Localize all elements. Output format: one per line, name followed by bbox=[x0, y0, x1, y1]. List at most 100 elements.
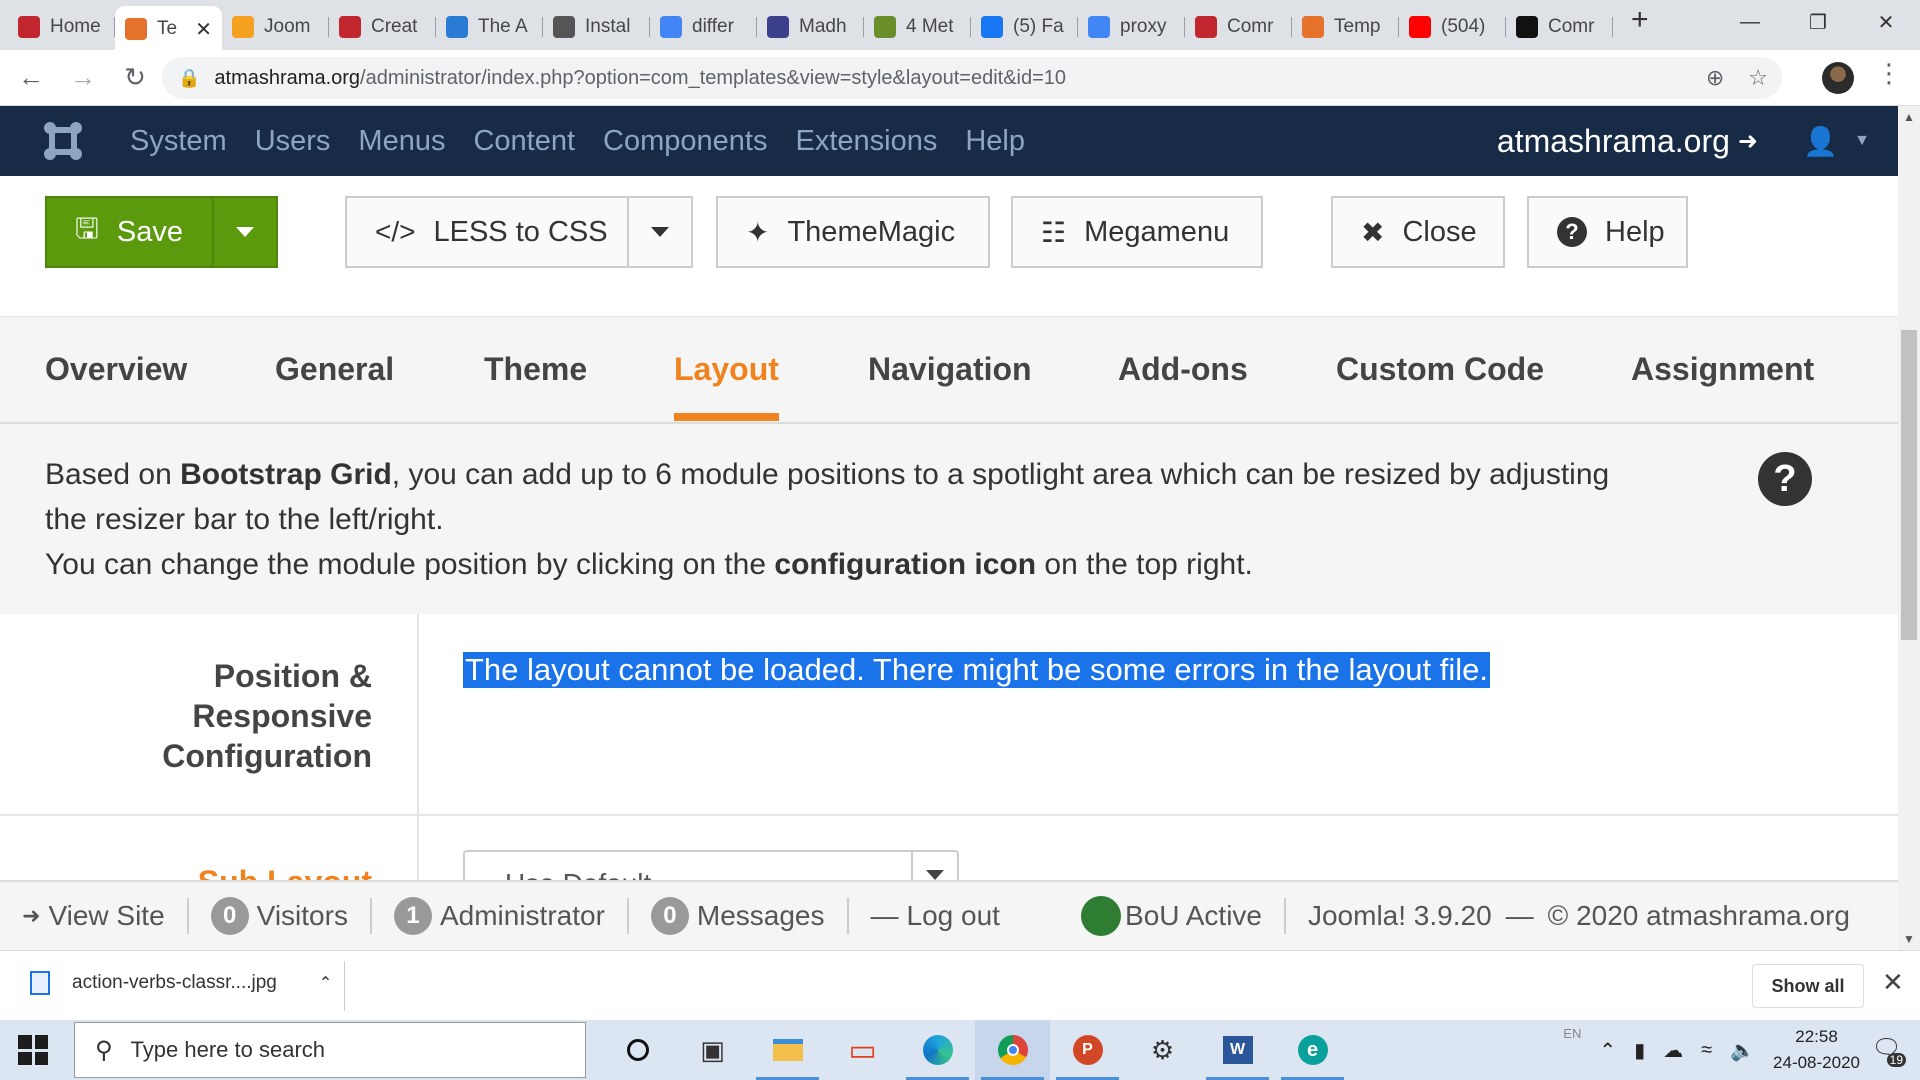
eset-icon[interactable]: e bbox=[1275, 1020, 1350, 1080]
menu-system[interactable]: System bbox=[130, 125, 227, 158]
settings-gear-icon[interactable]: ⚙ bbox=[1125, 1020, 1200, 1080]
browser-tab-label: Madh bbox=[799, 16, 847, 37]
forward-icon[interactable]: → bbox=[62, 57, 104, 99]
browser-tab[interactable]: Home bbox=[8, 8, 115, 46]
volume-icon[interactable]: 🔈 bbox=[1730, 1038, 1755, 1063]
powerpoint-icon[interactable]: P bbox=[1050, 1020, 1125, 1080]
less-to-css-button[interactable]: </> LESS to CSS bbox=[345, 196, 693, 268]
less-dropdown-toggle[interactable] bbox=[627, 198, 691, 266]
browser-tab[interactable]: Comr bbox=[1506, 8, 1613, 46]
joomla-logo-icon[interactable] bbox=[42, 120, 84, 162]
browser-tab[interactable]: Creat bbox=[329, 8, 436, 46]
browser-tab[interactable]: Te ✕ bbox=[115, 6, 222, 52]
wifi-icon[interactable]: ≈ bbox=[1701, 1039, 1712, 1062]
tab-add-ons[interactable]: Add-ons bbox=[1118, 351, 1248, 388]
taskbar-search[interactable]: ⚲ Type here to search bbox=[74, 1022, 586, 1078]
minimize-icon[interactable]: — bbox=[1716, 0, 1784, 44]
notifications-icon[interactable]: 🗨 19 bbox=[1872, 1034, 1906, 1067]
messages-status[interactable]: 0 Messages bbox=[650, 897, 825, 935]
visitors-status[interactable]: 0 Visitors bbox=[210, 897, 348, 935]
browser-tab-label: Comr bbox=[1227, 16, 1274, 37]
administrator-status[interactable]: 1 Administrator bbox=[393, 897, 605, 935]
tab-navigation[interactable]: Navigation bbox=[868, 351, 1032, 388]
browser-tab[interactable]: (504) bbox=[1399, 8, 1506, 46]
scroll-up-icon[interactable]: ▲ bbox=[1903, 110, 1915, 124]
browser-tab[interactable]: Comr bbox=[1185, 8, 1292, 46]
browser-tab[interactable]: Madh bbox=[757, 8, 864, 46]
logout-link[interactable]: — Log out bbox=[871, 900, 1000, 932]
office-icon[interactable]: ▭ bbox=[825, 1020, 900, 1080]
close-window-icon[interactable]: ✕ bbox=[1852, 0, 1920, 44]
user-menu[interactable]: 👤 ▼ bbox=[1803, 125, 1870, 158]
reload-icon[interactable]: ↻ bbox=[114, 57, 156, 99]
menu-menus[interactable]: Menus bbox=[358, 125, 445, 158]
google-icon bbox=[660, 16, 682, 38]
save-dropdown-toggle[interactable] bbox=[212, 198, 276, 266]
scroll-down-icon[interactable]: ▼ bbox=[1903, 932, 1915, 946]
menu-help[interactable]: Help bbox=[965, 125, 1025, 158]
menu-content[interactable]: Content bbox=[473, 125, 575, 158]
tab-general[interactable]: General bbox=[275, 351, 394, 388]
view-site-link[interactable]: ➜ View Site bbox=[22, 900, 165, 932]
clock[interactable]: 22:58 24-08-2020 bbox=[1773, 1024, 1860, 1076]
save-button[interactable]: 🖫 Save bbox=[45, 196, 278, 268]
edge-icon[interactable] bbox=[900, 1020, 975, 1080]
menu-extensions[interactable]: Extensions bbox=[795, 125, 937, 158]
word-icon[interactable]: W bbox=[1200, 1020, 1275, 1080]
column-divider bbox=[417, 614, 419, 880]
onedrive-cloud-icon[interactable]: ☁ bbox=[1663, 1038, 1683, 1063]
browser-tab[interactable]: Instal bbox=[543, 8, 650, 46]
task-view-icon[interactable]: ▣ bbox=[675, 1020, 750, 1080]
tab-layout[interactable]: Layout bbox=[674, 351, 779, 421]
browser-tab[interactable]: proxy bbox=[1078, 8, 1185, 46]
thememagic-button[interactable]: ✦ ThemeMagic bbox=[716, 196, 990, 268]
tab-close-icon[interactable]: ✕ bbox=[195, 17, 212, 42]
browser-tab[interactable]: Joom bbox=[222, 8, 329, 46]
browser-tab-label: Joom bbox=[264, 16, 311, 37]
lock-icon[interactable]: 🔒 bbox=[178, 68, 200, 89]
profile-avatar[interactable] bbox=[1822, 62, 1854, 94]
megamenu-button[interactable]: ☷ Megamenu bbox=[1011, 196, 1263, 268]
close-button[interactable]: ✖ Close bbox=[1331, 196, 1505, 268]
sitemap-icon: ☷ bbox=[1041, 216, 1067, 248]
address-bar[interactable]: 🔒 atmashrama.org/administrator/index.php… bbox=[162, 57, 1782, 99]
chevron-up-icon[interactable]: ⌃ bbox=[319, 973, 332, 993]
windows-start-icon[interactable] bbox=[18, 1035, 48, 1065]
menu-users[interactable]: Users bbox=[255, 125, 331, 158]
cortana-icon[interactable] bbox=[600, 1020, 675, 1080]
browser-tab[interactable]: (5) Fa bbox=[971, 8, 1078, 46]
file-explorer-icon[interactable] bbox=[750, 1020, 825, 1080]
page-scrollbar[interactable]: ▲ ▼ bbox=[1898, 106, 1920, 950]
show-all-button[interactable]: Show all bbox=[1752, 964, 1864, 1008]
close-downloads-icon[interactable]: ✕ bbox=[1882, 967, 1904, 998]
help-button[interactable]: ? Help bbox=[1527, 196, 1688, 268]
lang-indicator[interactable]: EN bbox=[1563, 1026, 1581, 1041]
menu-components[interactable]: Components bbox=[603, 125, 767, 158]
question-circle-icon[interactable]: ? bbox=[1758, 452, 1812, 506]
browser-tab[interactable]: differ bbox=[650, 8, 757, 46]
browser-menu-icon[interactable]: ⋮ bbox=[1876, 58, 1902, 89]
browser-tab[interactable]: The A bbox=[436, 8, 543, 46]
tab-theme[interactable]: Theme bbox=[484, 351, 587, 388]
chrome-icon[interactable] bbox=[975, 1020, 1050, 1080]
new-tab-button[interactable]: + bbox=[1631, 3, 1649, 37]
tab-overview[interactable]: Overview bbox=[45, 351, 187, 388]
browser-tab[interactable]: 4 Met bbox=[864, 8, 971, 46]
download-item[interactable]: action-verbs-classr....jpg ⌃ bbox=[30, 971, 332, 995]
sub-layout-select[interactable]: Use Default bbox=[463, 850, 959, 880]
sub-layout-dropdown-toggle[interactable] bbox=[911, 852, 957, 880]
battery-icon[interactable]: ▮ bbox=[1634, 1038, 1645, 1063]
scrollbar-thumb[interactable] bbox=[1901, 330, 1917, 640]
facebook-icon bbox=[981, 16, 1003, 38]
zoom-icon[interactable]: ⊕ bbox=[1706, 65, 1724, 91]
browser-tab[interactable]: Temp bbox=[1292, 8, 1399, 46]
tab-assignment[interactable]: Assignment bbox=[1631, 351, 1814, 388]
back-icon[interactable]: ← bbox=[10, 57, 52, 99]
bookmark-star-icon[interactable]: ☆ bbox=[1748, 65, 1768, 91]
image-file-icon bbox=[30, 971, 50, 995]
tab-custom-code[interactable]: Custom Code bbox=[1336, 351, 1544, 388]
restore-icon[interactable]: ❐ bbox=[1784, 0, 1852, 44]
chevron-up-icon[interactable]: ⌃ bbox=[1599, 1038, 1616, 1063]
external-link-icon: ➜ bbox=[1737, 127, 1758, 155]
site-link[interactable]: atmashrama.org ➜ bbox=[1497, 123, 1758, 160]
